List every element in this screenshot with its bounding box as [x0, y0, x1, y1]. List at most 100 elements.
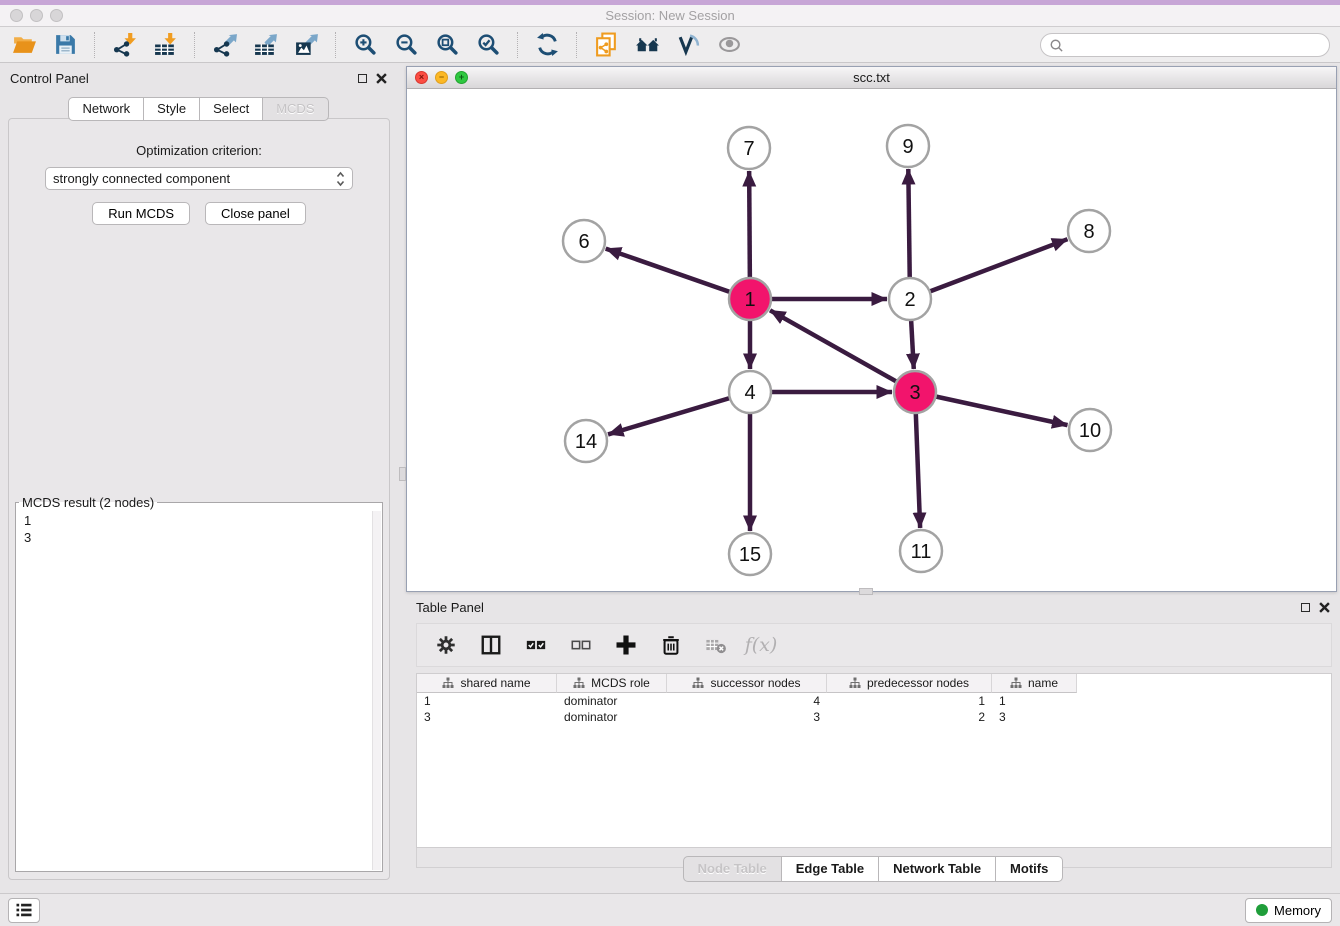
edge-3-11[interactable]	[916, 412, 920, 528]
network-window-titlebar[interactable]: × − + scc.txt	[407, 67, 1336, 89]
select-all-icon	[525, 634, 547, 656]
task-history-button[interactable]	[8, 898, 40, 923]
table-row[interactable]: 1dominator411	[417, 693, 1331, 709]
deselect-all-button[interactable]	[568, 632, 594, 658]
column-header-MCDS-role[interactable]: MCDS role	[557, 674, 667, 693]
tab-motifs[interactable]: Motifs	[996, 856, 1063, 882]
close-table-panel-icon[interactable]	[1319, 602, 1330, 613]
home-button[interactable]	[633, 31, 661, 59]
save-session-button[interactable]	[51, 31, 79, 59]
tab-select[interactable]: Select	[200, 97, 263, 121]
criterion-value: strongly connected component	[53, 171, 336, 186]
column-header-predecessor-nodes[interactable]: predecessor nodes	[827, 674, 992, 693]
result-line: 1	[24, 512, 374, 529]
splitter-grip-vertical[interactable]	[399, 467, 406, 481]
tab-mcds[interactable]: MCDS	[263, 97, 328, 121]
close-panel-button[interactable]: Close panel	[205, 202, 306, 225]
refresh-icon	[535, 32, 560, 57]
table-cell: 1	[827, 693, 992, 709]
style-swoosh-button[interactable]	[674, 31, 702, 59]
memory-button[interactable]: Memory	[1245, 898, 1332, 923]
clone-network-button[interactable]	[592, 31, 620, 59]
criterion-select[interactable]: strongly connected component	[45, 167, 353, 190]
delete-table-icon	[705, 634, 727, 656]
import-network-icon	[112, 32, 137, 57]
column-type-icon	[1010, 677, 1022, 689]
result-scrollbar[interactable]	[372, 511, 381, 870]
node-table[interactable]: shared nameMCDS rolesuccessor nodesprede…	[416, 673, 1332, 848]
open-session-button[interactable]	[10, 31, 38, 59]
column-header-shared-name[interactable]: shared name	[417, 674, 557, 693]
search-input[interactable]	[1069, 37, 1321, 54]
import-network-button[interactable]	[110, 31, 138, 59]
refresh-button[interactable]	[533, 31, 561, 59]
run-mcds-button[interactable]: Run MCDS	[92, 202, 190, 225]
export-network-button[interactable]	[210, 31, 238, 59]
status-bar: Memory	[0, 893, 1340, 926]
memory-label: Memory	[1274, 903, 1321, 918]
zoom-out-button[interactable]	[392, 31, 420, 59]
edge-2-3[interactable]	[911, 319, 914, 369]
node-label-1: 1	[744, 289, 755, 311]
table-row[interactable]: 3dominator323	[417, 709, 1331, 725]
splitter-grip-horizontal[interactable]	[859, 588, 873, 595]
export-table-button[interactable]	[251, 31, 279, 59]
zoom-fit-button[interactable]	[433, 31, 461, 59]
memory-status-dot	[1256, 904, 1268, 916]
window-minimize-button[interactable]: −	[435, 71, 448, 84]
network-canvas[interactable]: 7968124314101511	[407, 90, 1336, 591]
mcds-result-title: MCDS result (2 nodes)	[19, 495, 157, 510]
add-column-button[interactable]	[613, 632, 639, 658]
column-header-successor-nodes[interactable]: successor nodes	[667, 674, 827, 693]
split-view-button[interactable]	[478, 632, 504, 658]
clone-network-icon	[594, 32, 619, 57]
select-all-button[interactable]	[523, 632, 549, 658]
table-settings-button[interactable]	[433, 632, 459, 658]
edge-2-9[interactable]	[908, 169, 909, 279]
zoom-selected-icon	[476, 32, 501, 57]
delete-table-button[interactable]	[703, 632, 729, 658]
edge-1-7[interactable]	[749, 171, 750, 279]
table-cell: 3	[992, 709, 1077, 725]
tab-network-table[interactable]: Network Table	[879, 856, 996, 882]
float-panel-icon[interactable]	[358, 74, 367, 83]
column-type-icon	[849, 677, 861, 689]
column-header-name[interactable]: name	[992, 674, 1077, 693]
tab-node-table[interactable]: Node Table	[683, 856, 782, 882]
zoom-in-button[interactable]	[351, 31, 379, 59]
network-graph[interactable]: 7968124314101511	[407, 90, 1336, 592]
optimization-label: Optimization criterion:	[9, 143, 389, 158]
edge-3-1[interactable]	[770, 310, 898, 382]
plus-icon	[614, 633, 638, 657]
float-table-panel-icon[interactable]	[1301, 603, 1310, 612]
edge-2-8[interactable]	[929, 239, 1068, 292]
window-zoom-button[interactable]: +	[455, 71, 468, 84]
control-panel-title: Control Panel	[10, 71, 89, 86]
app-close-button[interactable]	[10, 9, 23, 22]
table-cell: 1	[992, 693, 1077, 709]
mcds-result-box: MCDS result (2 nodes) 13	[15, 495, 383, 872]
deselect-all-icon	[570, 634, 592, 656]
delete-column-button[interactable]	[658, 632, 684, 658]
mcds-result-lines[interactable]: 13	[16, 510, 382, 548]
node-label-8: 8	[1083, 221, 1094, 243]
node-label-3: 3	[909, 382, 920, 404]
export-image-button[interactable]	[292, 31, 320, 59]
table-header-row: shared nameMCDS rolesuccessor nodesprede…	[417, 674, 1331, 693]
edge-3-10[interactable]	[935, 396, 1068, 425]
app-minimize-button[interactable]	[30, 9, 43, 22]
node-label-4: 4	[744, 382, 755, 404]
tab-network[interactable]: Network	[68, 97, 144, 121]
close-panel-icon[interactable]	[376, 73, 387, 84]
app-zoom-button[interactable]	[50, 9, 63, 22]
tab-style[interactable]: Style	[144, 97, 200, 121]
edge-4-14[interactable]	[608, 398, 731, 435]
zoom-selected-button[interactable]	[474, 31, 502, 59]
eye-button[interactable]	[715, 31, 743, 59]
node-label-15: 15	[739, 544, 761, 566]
tab-edge-table[interactable]: Edge Table	[782, 856, 879, 882]
import-table-button[interactable]	[151, 31, 179, 59]
function-builder-button[interactable]: f(x)	[748, 632, 774, 658]
window-close-button[interactable]: ×	[415, 71, 428, 84]
edge-1-6[interactable]	[606, 249, 731, 293]
